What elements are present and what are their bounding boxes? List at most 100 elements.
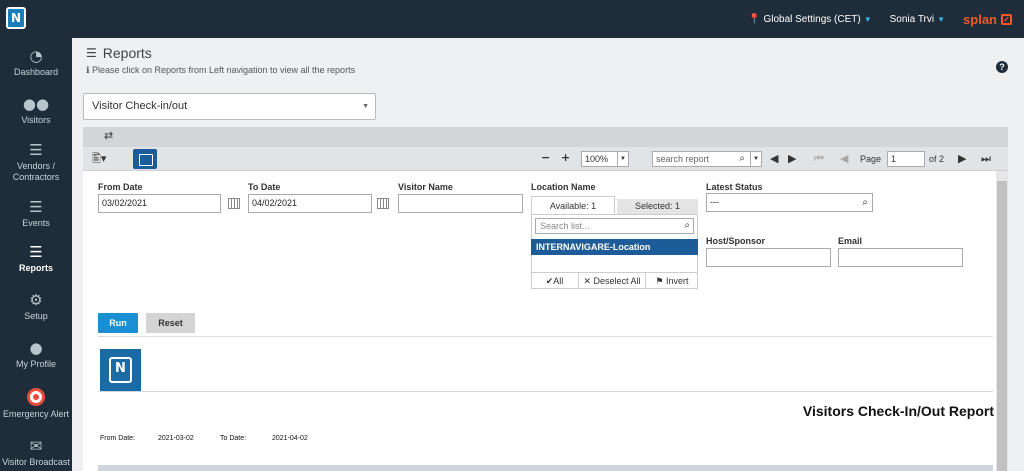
next-page-icon[interactable]: ▶ [958, 152, 966, 165]
viewer-refresh-bar [83, 127, 1008, 147]
report-title: Visitors Check-In/Out Report [802, 403, 994, 419]
sidebar-item-label: Visitors [21, 115, 51, 125]
chevron-down-icon[interactable]: ▼ [750, 152, 761, 166]
page-count: of 2 [929, 154, 945, 164]
search-icon: ⌕ [862, 197, 868, 208]
sidebar-item-dashboard[interactable]: ◔ Dashboard [0, 48, 72, 78]
sidebar-item-label: Setup [24, 311, 48, 321]
search-report-input[interactable]: search report ⌕ ▼ [652, 151, 762, 167]
invert-button[interactable]: ⚑ Invert [646, 273, 698, 289]
sidebar-item-vendors[interactable]: ☰ Vendors / Contractors [0, 142, 72, 183]
calendar-icon[interactable] [377, 198, 389, 209]
sidebar-item-my-profile[interactable]: ● My Profile [0, 340, 72, 370]
list-item[interactable]: INTERNAVIGARE-Location [531, 239, 698, 255]
to-date-input[interactable]: 04/02/2021 [248, 194, 372, 213]
report-select[interactable]: Visitor Check-in/out ▼ [83, 93, 376, 120]
page-title-text: Reports [102, 45, 152, 61]
sidebar-item-label: Vendors / Contractors [12, 161, 60, 182]
sidebar-item-label: Events [22, 218, 50, 228]
search-report-placeholder: search report [656, 154, 710, 164]
list-icon: ☰ [29, 198, 43, 216]
sidebar-item-visitor-broadcast[interactable]: ✉ Visitor Broadcast [0, 438, 72, 468]
zoom-select[interactable]: 100% ▼ [581, 151, 629, 167]
list-icon: ☰ [29, 141, 43, 159]
page-title: ☰ Reports [86, 45, 152, 61]
global-settings-menu[interactable]: 📍 Global Settings (CET) ▼ [748, 14, 871, 25]
search-prev-icon[interactable]: ◀ [770, 152, 778, 165]
global-settings-label: Global Settings (CET) [763, 13, 861, 25]
last-page-icon[interactable]: ⏭ [981, 152, 991, 166]
latest-status-label: Latest Status [706, 182, 763, 192]
sidebar-item-label: Reports [18, 263, 53, 273]
top-bar: N 📍 Global Settings (CET) ▼ Sonia Trvi ▼ s… [0, 0, 1024, 38]
zoom-in-icon[interactable]: + [561, 151, 570, 164]
export-icon[interactable]: 🖺▾ [92, 150, 106, 169]
sidebar: ◔ Dashboard ●● Visitors ☰ Vendors / Cont… [0, 38, 72, 471]
divider [98, 336, 993, 337]
sidebar-item-events[interactable]: ☰ Events [0, 199, 72, 229]
latest-status-input[interactable]: --- ⌕ [706, 193, 873, 212]
scrollbar-thumb[interactable] [997, 181, 1007, 471]
latest-status-value: --- [710, 197, 719, 207]
parameters-toggle-button[interactable] [133, 149, 157, 169]
location-name-label: Location Name [531, 182, 596, 192]
report-logo [100, 349, 141, 391]
search-next-icon[interactable]: ▶ [788, 152, 796, 165]
search-icon: ⌕ [684, 220, 690, 231]
refresh-icon[interactable]: ⇄ [104, 129, 113, 142]
zoom-value: 100% [585, 154, 609, 164]
vertical-scrollbar[interactable] [996, 171, 1008, 471]
page-number-input[interactable]: 1 [887, 151, 925, 167]
report-to-date-label: To Date: [220, 435, 247, 442]
zoom-out-icon[interactable]: − [541, 151, 550, 164]
calendar-icon[interactable] [228, 198, 240, 209]
info-icon: ℹ [86, 66, 90, 76]
sidebar-item-setup[interactable]: ⚙ Setup [0, 292, 72, 322]
reports-icon: ☰ [29, 243, 43, 261]
location-search-placeholder: Search list... [540, 221, 590, 231]
report-from-date-value: 2021-03-02 [158, 435, 194, 442]
sidebar-item-emergency-alert[interactable]: Emergency Alert [0, 388, 72, 420]
from-date-label: From Date [98, 182, 143, 192]
from-date-input[interactable]: 03/02/2021 [98, 194, 221, 213]
dashboard-icon: ◔ [29, 47, 43, 65]
sidebar-item-label: Dashboard [13, 67, 59, 77]
close-icon: ✕ [583, 276, 594, 286]
chevron-down-icon: ▼ [863, 14, 872, 24]
tab-available[interactable]: Available: 1 [531, 196, 615, 214]
reset-button[interactable]: Reset [146, 313, 195, 333]
sidebar-item-label: My Profile [15, 359, 56, 369]
list-icon: ☰ [86, 46, 97, 60]
brand-logo: splan ✓ [963, 12, 1012, 27]
host-sponsor-input[interactable] [706, 248, 831, 267]
sidebar-item-reports[interactable]: ☰ Reports [0, 244, 72, 274]
run-button[interactable]: Run [98, 313, 138, 333]
help-icon[interactable]: ? [996, 61, 1008, 73]
to-date-label: To Date [248, 182, 281, 192]
report-table-header [98, 465, 993, 471]
map-pin-icon: 📍 [748, 13, 761, 25]
app-logo[interactable]: N [6, 7, 26, 29]
first-page-icon[interactable]: ⏮ [814, 152, 824, 166]
user-menu[interactable]: Sonia Trvi ▼ [890, 14, 945, 25]
report-select-value: Visitor Check-in/out [92, 100, 188, 112]
page-label: Page [860, 154, 882, 164]
location-tabs: Available: 1 Selected: 1 [531, 196, 698, 214]
visitor-name-input[interactable] [398, 194, 523, 213]
tab-selected[interactable]: Selected: 1 [617, 199, 698, 214]
sidebar-item-label: Visitor Broadcast [2, 457, 70, 467]
user-icon: ● [29, 339, 43, 357]
email-label: Email [838, 236, 863, 246]
search-icon[interactable]: ⌕ [739, 152, 745, 166]
location-search-input[interactable]: Search list... ⌕ [535, 218, 694, 234]
chevron-down-icon: ▼ [362, 103, 369, 110]
deselect-all-label: Deselect All [593, 276, 641, 286]
chevron-down-icon: ▼ [937, 14, 946, 24]
location-actions: ✔All ✕ Deselect All ⚑ Invert [531, 272, 698, 289]
sidebar-item-visitors[interactable]: ●● Visitors [0, 96, 72, 126]
gear-icon: ⚙ [29, 291, 43, 309]
select-all-button[interactable]: ✔All [531, 273, 579, 289]
deselect-all-button[interactable]: ✕ Deselect All [579, 273, 646, 289]
email-input[interactable] [838, 248, 963, 267]
prev-page-icon[interactable]: ◀ [840, 152, 848, 165]
